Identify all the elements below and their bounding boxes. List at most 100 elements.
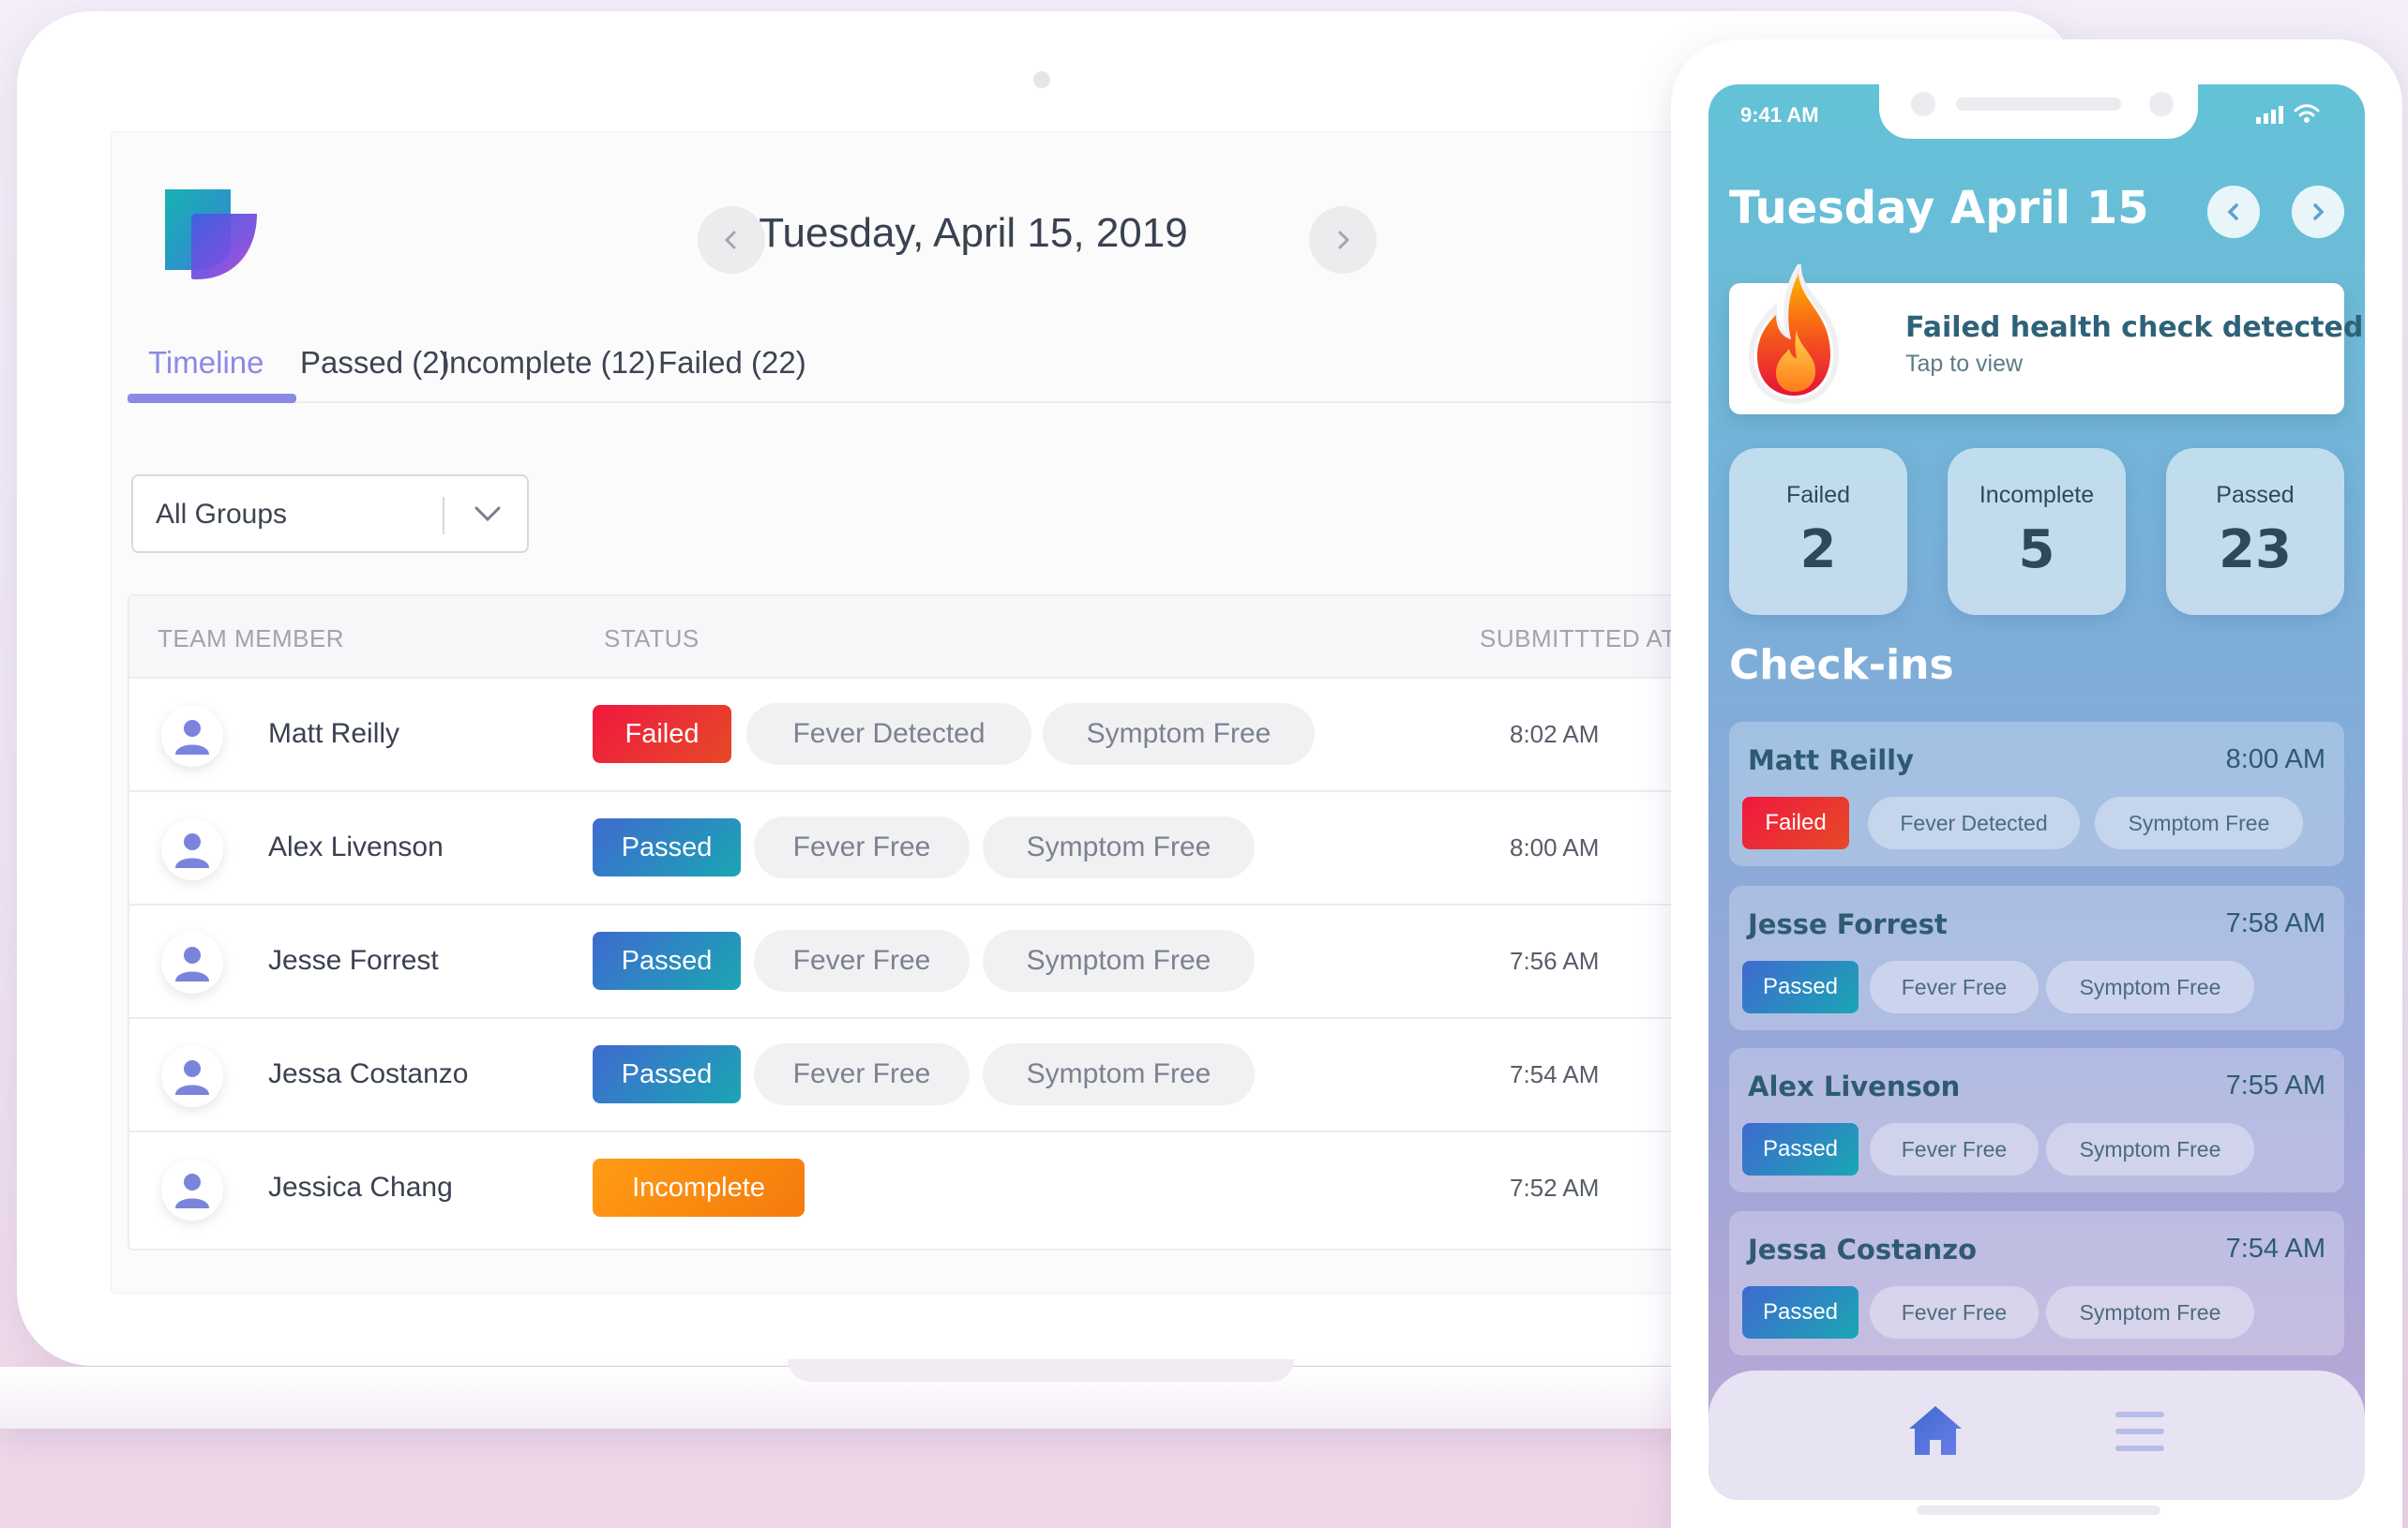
checkin-time: 7:55 AM [2225,1071,2325,1101]
chevron-down-icon [474,506,501,522]
mobile-screen: 9:41 AM Tuesday April 15 Failed health c… [1708,84,2365,1500]
user-icon [175,947,209,981]
menu-icon[interactable] [2115,1408,2164,1455]
bottom-tab-bar [1708,1371,2365,1500]
fever-chip: Fever Free [1870,961,2039,1013]
status-bar-time: 9:41 AM [1740,103,1819,127]
member-name: Jessa Costanzo [268,1058,469,1089]
symptom-chip: Symptom Free [2095,797,2303,849]
home-indicator [1917,1506,2160,1515]
laptop-notch [788,1359,1294,1382]
group-filter-value: All Groups [156,499,288,530]
symptom-chip: Symptom Free [2046,961,2254,1013]
camera-dot [1033,71,1050,88]
status-badge: Passed [1742,961,1859,1013]
column-header-status: STATUS [604,624,700,652]
notch-sensor [2149,92,2174,116]
status-badge: Failed [1742,797,1849,849]
column-header-member: TEAM MEMBER [158,624,345,652]
notch-speaker [1956,97,2121,111]
chevron-left-icon [2227,203,2238,220]
column-header-submitted: SUBMITTTED AT [1480,624,1677,652]
checkin-name: Jesse Forrest [1748,908,1948,940]
checkin-card[interactable]: Matt Reilly 8:00 AM Failed Fever Detecte… [1729,722,2344,866]
status-badge: Passed [1742,1286,1859,1339]
checkins-heading: Check-ins [1729,641,1954,689]
fever-chip: Fever Free [754,1043,970,1105]
status-bar-icons [2256,103,2320,124]
stat-label: Incomplete [1979,482,2095,508]
symptom-chip: Symptom Free [1043,703,1315,765]
submitted-time: 7:52 AM [1510,1174,1600,1202]
stat-value: 5 [2018,519,2055,580]
flame-icon [1748,264,1840,405]
status-badge: Passed [593,818,741,876]
user-icon [175,1060,209,1095]
stat-label: Failed [1785,482,1851,508]
group-filter-select[interactable]: All Groups [131,474,529,553]
fever-chip: Fever Free [754,930,970,992]
page-title: Tuesday, April 15, 2019 [759,210,1188,256]
user-icon [175,720,209,755]
mobile-prev-button[interactable] [2207,186,2260,238]
checkin-time: 7:58 AM [2225,908,2325,938]
failed-alert-card[interactable]: Failed health check detected Tap to view [1729,264,2363,414]
submitted-time: 7:54 AM [1510,1060,1600,1088]
phone-notch [1879,84,2198,139]
fever-chip: Fever Free [754,816,970,878]
avatar [161,932,223,994]
avatar [161,1159,223,1221]
tab-passed[interactable]: Passed (2) [300,345,450,412]
status-badge: Failed [593,705,731,763]
submitted-time: 8:02 AM [1510,720,1600,748]
logo-icon [165,189,257,279]
fever-chip: Fever Free [1870,1286,2039,1339]
select-divider [443,497,444,534]
member-name: Jessica Chang [268,1172,453,1203]
stat-passed[interactable]: Passed 23 [2166,448,2344,615]
checkin-card[interactable]: Jessa Costanzo 7:54 AM Passed Fever Free… [1729,1211,2344,1356]
checkin-time: 7:54 AM [2225,1234,2325,1264]
symptom-chip: Symptom Free [983,816,1255,878]
home-icon[interactable] [1907,1402,1964,1459]
checkin-card[interactable]: Jesse Forrest 7:58 AM Passed Fever Free … [1729,886,2344,1030]
stat-label: Passed [2216,482,2295,508]
submitted-time: 8:00 AM [1510,833,1600,861]
next-date-button[interactable] [1309,206,1377,274]
notch-camera [1911,92,1935,116]
symptom-chip: Symptom Free [983,1043,1255,1105]
stat-value: 23 [2219,519,2292,580]
fever-chip: Fever Detected [1868,797,2080,849]
active-tab-indicator [128,394,296,403]
submitted-time: 7:56 AM [1510,947,1600,975]
checkin-time: 8:00 AM [2225,744,2325,774]
member-name: Jesse Forrest [268,945,439,976]
status-badge: Passed [593,1045,741,1103]
mobile-date-title: Tuesday April 15 [1729,182,2149,234]
stat-incomplete[interactable]: Incomplete 5 [1948,448,2126,615]
user-icon [175,1174,209,1208]
chevron-right-icon [2313,203,2325,220]
wifi-icon [2294,104,2320,123]
status-badge: Passed [593,932,741,990]
symptom-chip: Symptom Free [2046,1123,2254,1176]
stat-value: 2 [1799,519,1837,580]
checkin-card[interactable]: Alex Livenson 7:55 AM Passed Fever Free … [1729,1048,2344,1192]
stat-failed[interactable]: Failed 2 [1729,448,1907,615]
mobile-next-button[interactable] [2292,186,2344,238]
symptom-chip: Symptom Free [983,930,1255,992]
alert-subtitle: Tap to view [1905,351,2024,377]
chevron-right-icon [1338,231,1350,249]
fever-chip: Fever Free [1870,1123,2039,1176]
tab-failed[interactable]: Failed (22) [658,345,806,412]
tab-incomplete[interactable]: Incomplete (12) [441,345,655,412]
checkin-name: Alex Livenson [1748,1071,1961,1102]
avatar [161,818,223,880]
signal-icon [2256,106,2283,124]
status-badge: Passed [1742,1123,1859,1176]
symptom-chip: Symptom Free [2046,1286,2254,1339]
checkin-name: Jessa Costanzo [1748,1234,1977,1266]
member-name: Matt Reilly [268,718,400,749]
alert-title: Failed health check detected [1905,311,2364,344]
avatar [161,1045,223,1107]
